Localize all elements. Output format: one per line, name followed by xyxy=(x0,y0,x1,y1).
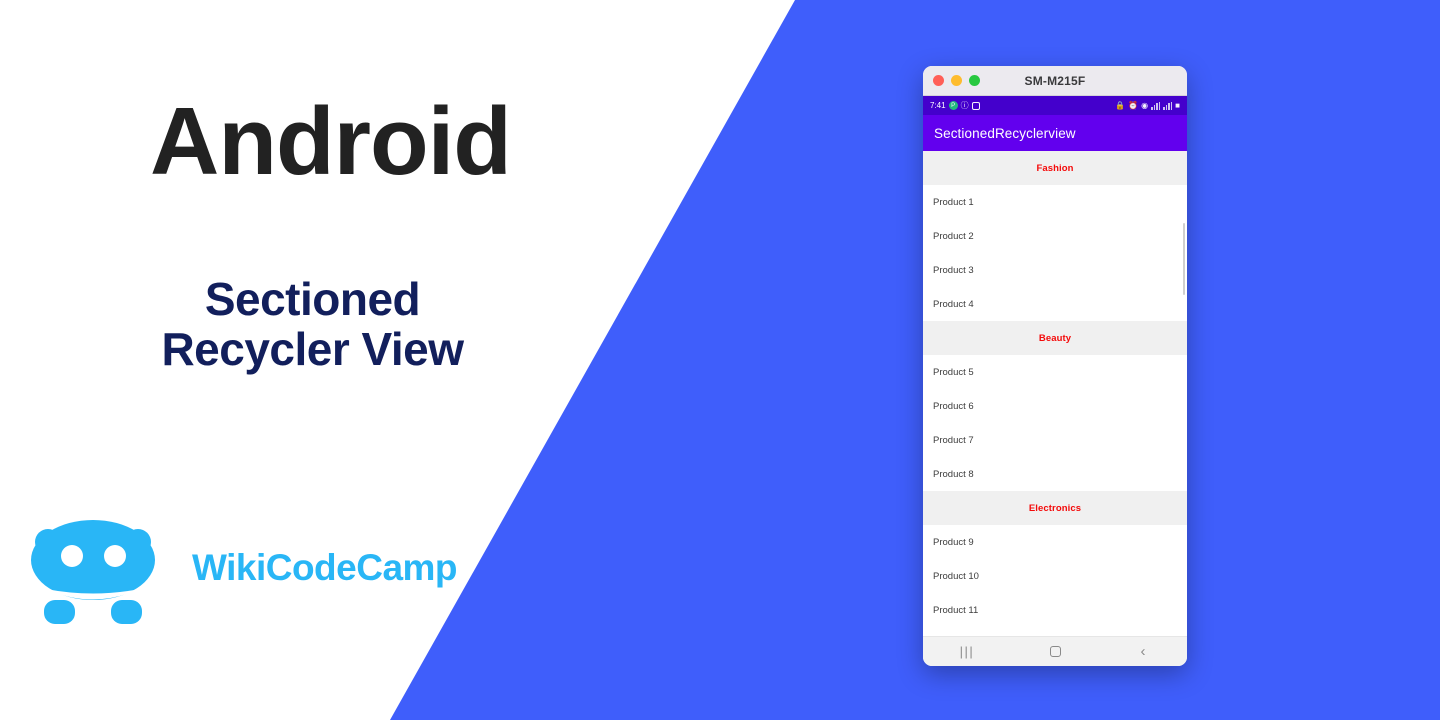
list-item[interactable]: Product 3 xyxy=(923,253,1187,287)
back-button[interactable]: ‹ xyxy=(1118,640,1168,664)
android-status-bar: 7:41 P ⓘ 🔒 ⏰ ◉ ■ xyxy=(923,96,1187,115)
battery-icon: ■ xyxy=(1175,100,1180,110)
recents-button[interactable]: ||| xyxy=(942,640,992,664)
sectioned-recyclerview[interactable]: Fashion Product 1 Product 2 Product 3 Produc… xyxy=(923,151,1187,636)
slide-canvas: Android Sectioned Recycler View WikiCode… xyxy=(0,0,1440,720)
home-icon xyxy=(1049,646,1061,657)
play-store-icon: P xyxy=(948,101,958,110)
window-titlebar: SM-M215F xyxy=(923,66,1187,96)
promo-subtitle-line-1: Sectioned xyxy=(204,273,421,325)
list-item[interactable]: Product 1 xyxy=(923,185,1187,219)
status-bar-clock: 7:41 xyxy=(930,101,946,110)
window-title: SM-M215F xyxy=(1024,73,1086,88)
brand-name: WikiCodeCamp xyxy=(192,547,458,588)
list-item[interactable]: Product 4 xyxy=(923,287,1187,321)
alarm-icon: ⏰ xyxy=(1128,100,1139,110)
status-bar-right: 🔒 ⏰ ◉ ■ xyxy=(1115,100,1180,110)
wifi-icon: ◉ xyxy=(1141,100,1149,110)
brand-lockup: WikiCodeCamp xyxy=(28,512,458,624)
scrollbar-thumb[interactable] xyxy=(1182,223,1185,295)
list-item[interactable]: Product 7 xyxy=(923,423,1187,457)
list-item[interactable]: Product 5 xyxy=(923,355,1187,389)
lock-icon: 🔒 xyxy=(1115,100,1126,110)
promo-subtitle-line-2: Recycler View xyxy=(161,322,464,375)
info-icon: ⓘ xyxy=(960,100,969,110)
android-emulator-window: SM-M215F 7:41 P ⓘ 🔒 ⏰ ◉ ■ SectionedRecyc… xyxy=(923,66,1187,666)
list-item[interactable]: Product 10 xyxy=(923,559,1187,593)
section-header: Electronics xyxy=(923,491,1187,525)
home-button[interactable] xyxy=(1030,640,1080,664)
app-bar-title: SectionedRecyclerview xyxy=(934,125,1076,141)
recyclerview-content: Fashion Product 1 Product 2 Product 3 Produc… xyxy=(923,151,1187,627)
promo-panel: Android Sectioned Recycler View WikiCode… xyxy=(0,0,700,720)
signal-icon-2 xyxy=(1163,101,1173,110)
status-bar-left: 7:41 P ⓘ xyxy=(930,101,980,110)
section-header: Beauty xyxy=(923,321,1187,355)
list-item[interactable]: Product 11 xyxy=(923,593,1187,627)
list-item[interactable]: Product 8 xyxy=(923,457,1187,491)
list-item[interactable]: Product 9 xyxy=(923,525,1187,559)
app-bar: SectionedRecyclerview xyxy=(923,115,1187,151)
promo-title: Android xyxy=(150,88,512,195)
screenshot-icon xyxy=(971,101,980,110)
signal-icon xyxy=(1151,101,1161,110)
list-item[interactable]: Product 6 xyxy=(923,389,1187,423)
android-navigation-bar[interactable]: ||| ‹ xyxy=(923,636,1187,666)
section-header: Fashion xyxy=(923,151,1187,185)
promo-subtitle: Sectioned Recycler View xyxy=(0,273,625,375)
list-item[interactable]: Product 2 xyxy=(923,219,1187,253)
wikicodecamp-robot-logo-icon xyxy=(28,512,170,624)
